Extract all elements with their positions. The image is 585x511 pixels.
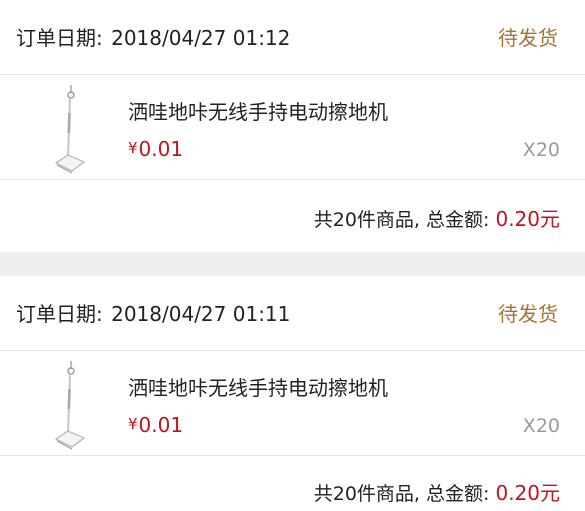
- price-value: 0.01: [138, 413, 184, 437]
- summary-count: 共20件商品,: [313, 483, 420, 505]
- mop-icon: [54, 361, 86, 450]
- currency-symbol: ¥: [128, 139, 138, 157]
- order-date-value: 2018/04/27 01:11: [111, 302, 291, 326]
- product-price: ¥0.01: [128, 413, 183, 437]
- summary-total-label: 总金额:: [426, 209, 490, 231]
- product-name: 洒哇地咔无线手持电动擦地机: [128, 376, 388, 400]
- order-card[interactable]: 订单日期: 2018/04/27 01:12 待发货 洒哇地咔无线手持电动擦地机…: [0, 0, 585, 252]
- order-separator: [0, 252, 585, 276]
- order-date-label: 订单日期:: [16, 302, 103, 326]
- order-date-value: 2018/04/27 01:12: [111, 26, 291, 50]
- order-list: 订单日期: 2018/04/27 01:12 待发货 洒哇地咔无线手持电动擦地机…: [0, 0, 585, 511]
- order-date-label: 订单日期:: [16, 26, 103, 50]
- order-date: 订单日期: 2018/04/27 01:12: [16, 22, 290, 51]
- product-quantity: X20: [522, 139, 560, 161]
- order-summary: 共20件商品, 总金额: 0.20元: [0, 180, 585, 252]
- order-product-row[interactable]: 洒哇地咔无线手持电动擦地机 ¥0.01 X20: [0, 75, 585, 180]
- order-header: 订单日期: 2018/04/27 01:11 待发货: [0, 276, 585, 351]
- order-date: 订单日期: 2018/04/27 01:11: [16, 298, 290, 327]
- order-header: 订单日期: 2018/04/27 01:12 待发货: [0, 0, 585, 75]
- summary-text: 共20件商品, 总金额: 0.20元: [314, 203, 560, 232]
- price-value: 0.01: [138, 137, 184, 161]
- summary-text: 共20件商品, 总金额: 0.20元: [314, 477, 560, 506]
- product-name: 洒哇地咔无线手持电动擦地机: [128, 100, 388, 124]
- summary-count: 共20件商品,: [313, 209, 420, 231]
- mop-icon: [54, 85, 86, 174]
- summary-total-value: 0.20元: [495, 481, 560, 505]
- summary-total-value: 0.20元: [495, 207, 560, 231]
- currency-symbol: ¥: [128, 415, 138, 433]
- order-status: 待发货: [498, 26, 558, 50]
- order-status: 待发货: [498, 302, 558, 326]
- order-card[interactable]: 订单日期: 2018/04/27 01:11 待发货 洒哇地咔无线手持电动擦地机…: [0, 276, 585, 511]
- product-quantity: X20: [522, 415, 560, 437]
- order-product-row[interactable]: 洒哇地咔无线手持电动擦地机 ¥0.01 X20: [0, 351, 585, 456]
- product-price: ¥0.01: [128, 137, 183, 161]
- summary-total-label: 总金额:: [426, 483, 490, 505]
- order-summary: 共20件商品, 总金额: 0.20元: [0, 456, 585, 511]
